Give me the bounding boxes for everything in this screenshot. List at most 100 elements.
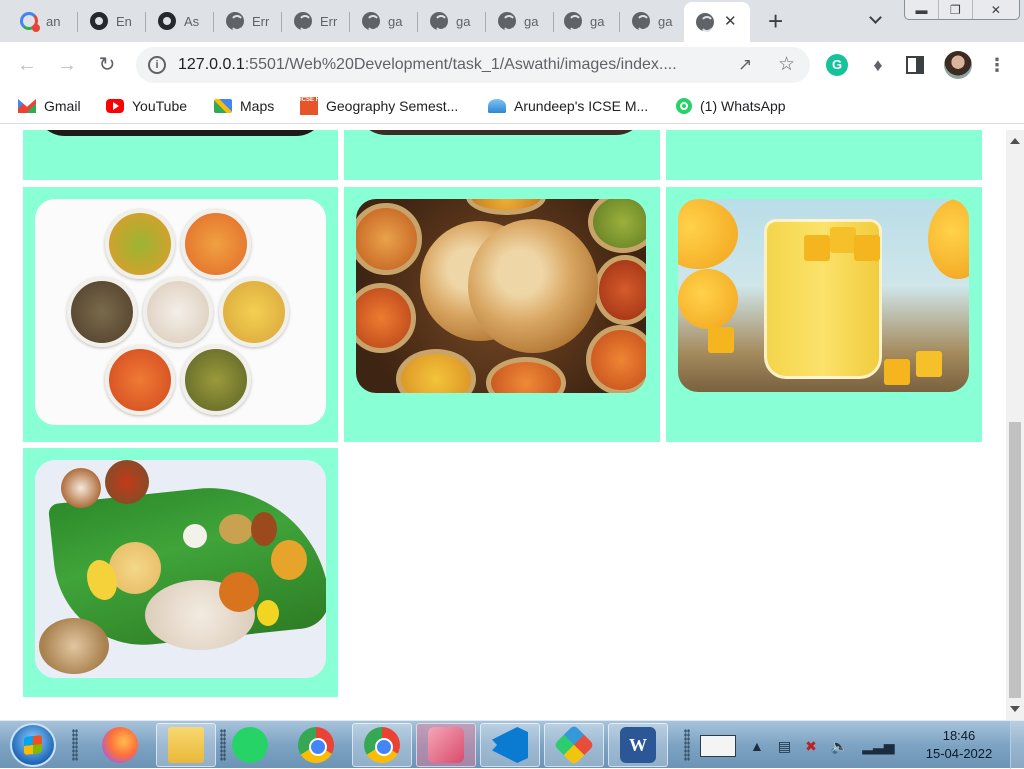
browser-tab[interactable]: ga [418,0,486,42]
bookmark-label: Maps [240,98,275,114]
address-bar[interactable]: i 127.0.0.1:5501/Web%20Development/task_… [136,47,810,83]
side-panel-icon[interactable] [906,56,924,74]
clock-time: 18:46 [942,728,976,743]
file-explorer-taskbar-button[interactable] [156,723,216,767]
browser-tab[interactable]: ga [350,0,418,42]
browser-tab[interactable]: Err [214,0,282,42]
bookmark-label: Gmail [44,98,81,114]
network-error-icon[interactable]: ✖ [805,738,817,755]
browser-tab[interactable]: an [8,0,78,42]
globe-icon [294,12,312,31]
scroll-down-arrow-icon[interactable] [1010,706,1020,712]
extensions-puzzle-icon[interactable]: ♦ [867,54,889,76]
show-hidden-icons-icon[interactable]: ▲ [750,738,764,754]
bookmark-geography[interactable]: ICSE HELP Geography Semest... [300,96,458,116]
signature-tool-icon[interactable] [700,735,736,757]
minimize-button[interactable]: ▬ [905,0,939,19]
chrome-profile-taskbar-button[interactable] [352,723,412,767]
browser-tab[interactable]: ga [552,0,620,42]
device-icon[interactable]: ▤ [778,738,791,755]
bookmark-whatsapp[interactable]: (1) WhatsApp [676,96,786,116]
dark-dish-image [35,130,326,136]
bookmark-maps[interactable]: Maps [214,96,274,116]
whatsapp-taskbar-button[interactable] [220,723,280,767]
windows-taskbar: W ▲ ▤ ✖ 🔈 ▂▃▅ 18:46 15-04-2022 [0,720,1024,769]
bookmark-label: (1) WhatsApp [700,98,786,114]
bookmark-arundeep[interactable]: Arundeep's ICSE M... [488,96,648,116]
snipping-tool-icon [428,727,464,763]
profile-avatar[interactable] [944,51,972,79]
bookmark-gmail[interactable]: Gmail [18,96,81,116]
gmail-icon [18,99,36,113]
page-viewport [0,130,1006,720]
word-taskbar-button[interactable]: W [608,723,668,767]
snipping-tool-taskbar-button[interactable] [416,723,476,767]
mango-lassi-image [678,199,969,392]
browser-tab-strip: an En As Err Err ga ga ga ga ga ✕ + ▬ ❐ … [0,0,1024,42]
tab-search-chevron-icon[interactable] [868,10,884,30]
scroll-up-arrow-icon[interactable] [1010,138,1020,144]
browser-tab[interactable]: En [78,0,146,42]
site-info-icon[interactable]: i [148,56,166,74]
chrome-icon [298,727,334,763]
tab-title: an [46,13,61,29]
firefox-taskbar-button[interactable] [90,723,150,767]
globe-icon [696,13,714,32]
grammarly-icon[interactable]: G [826,54,848,76]
bookmark-youtube[interactable]: YouTube [106,96,187,116]
bookmark-label: YouTube [132,98,188,114]
taskbar-grip[interactable] [684,729,690,761]
tab-title: As [184,13,200,29]
scrollbar-thumb[interactable] [1009,422,1021,698]
show-desktop-button[interactable] [1010,721,1024,769]
signal-bars-icon[interactable]: ▂▃▅ [862,738,894,755]
taskbar-grip[interactable] [72,729,78,761]
url-text[interactable]: 127.0.0.1:5501/Web%20Development/task_1/… [178,56,677,74]
paint-taskbar-button[interactable] [544,723,604,767]
tab-title: ga [456,13,471,29]
bookmark-star-icon[interactable]: ☆ [778,53,795,76]
back-arrow-icon[interactable]: ← [16,54,38,76]
gallery-card [666,187,982,442]
start-button[interactable] [10,723,56,767]
browser-tab-active[interactable]: ✕ [684,2,750,42]
clock-date: 15-04-2022 [925,746,993,761]
gallery-card [23,130,338,180]
browser-tab[interactable]: As [146,0,214,42]
sadya-image [35,460,326,678]
bookmark-label: Geography Semest... [326,98,459,114]
close-window-button[interactable]: ✕ [973,0,1019,19]
share-icon[interactable]: ↗ [738,55,758,75]
naan-curries-image [356,199,646,393]
browser-tab[interactable]: ga [620,0,684,42]
new-tab-button[interactable]: + [768,6,783,36]
whatsapp-icon [232,727,268,763]
system-clock[interactable]: 18:46 15-04-2022 [915,727,1003,763]
kebab-menu-icon[interactable]: ⋮ [986,54,1008,76]
firefox-icon [102,727,138,763]
page-scrollbar[interactable] [1006,130,1024,720]
window-controls: ▬ ❐ ✕ [904,0,1020,20]
volume-icon[interactable]: 🔈 [831,738,848,755]
close-tab-icon[interactable]: ✕ [724,12,737,30]
chrome-taskbar-button[interactable] [286,723,346,767]
forward-arrow-icon[interactable]: → [56,54,78,76]
github-icon [90,12,108,30]
browser-tab[interactable]: ga [486,0,554,42]
tab-title: Err [252,13,270,29]
system-tray: ▲ ▤ ✖ 🔈 ▂▃▅ [700,731,895,761]
gallery-card [23,187,338,442]
icse-help-icon: ICSE HELP [300,97,332,115]
dark-dish-image [356,130,646,135]
restore-button[interactable]: ❐ [939,0,973,19]
reload-icon[interactable]: ↻ [96,54,118,76]
vscode-taskbar-button[interactable] [480,723,540,767]
youtube-icon [106,99,124,113]
vscode-icon [492,727,528,763]
tab-title: ga [590,13,605,29]
globe-icon [226,12,244,31]
github-icon [158,12,176,30]
gallery-card [344,130,660,180]
globe-icon [362,12,380,31]
browser-tab[interactable]: Err [282,0,350,42]
